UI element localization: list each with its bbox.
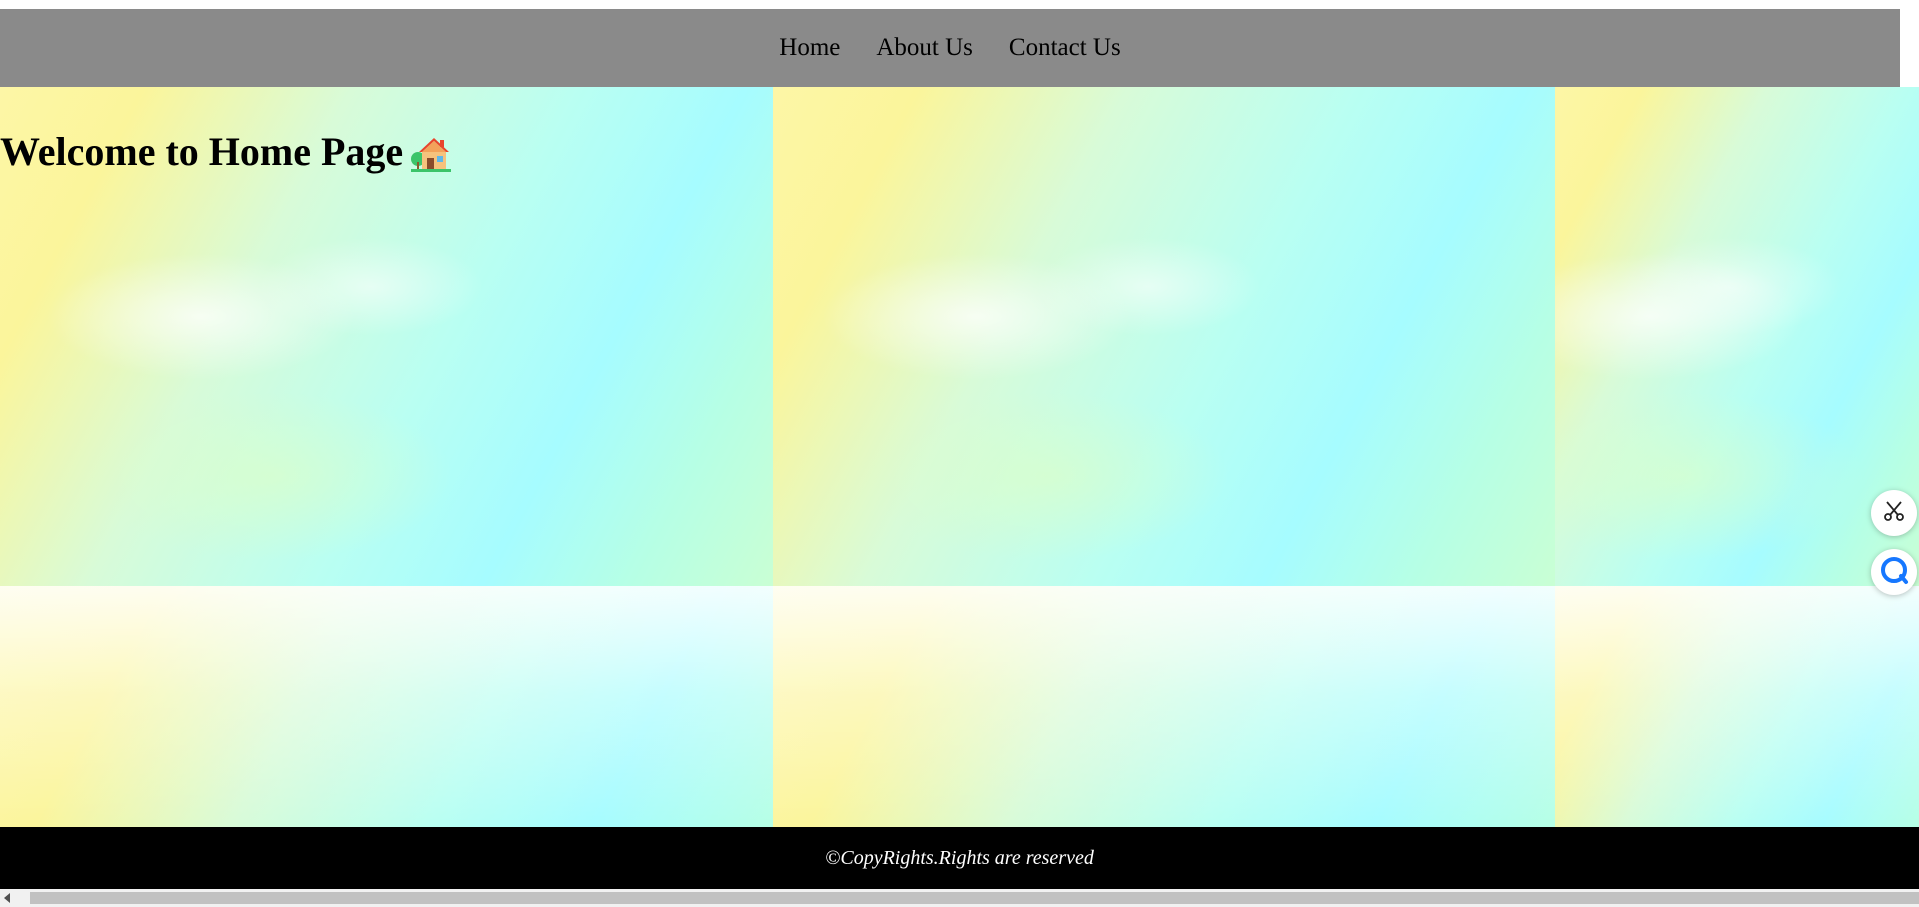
nav-gap bbox=[1900, 9, 1919, 87]
background-tile bbox=[773, 87, 1555, 586]
scroll-left-arrow-icon[interactable] bbox=[4, 893, 10, 903]
background-tile bbox=[0, 586, 773, 827]
page-title: Welcome to Home Page bbox=[0, 128, 453, 175]
footer: ©CopyRights.Rights are reserved bbox=[0, 827, 1919, 889]
nav-link-home[interactable]: Home bbox=[761, 9, 858, 87]
background-tile bbox=[1555, 586, 1919, 827]
scissors-icon bbox=[1882, 499, 1906, 528]
nav-link-about-us[interactable]: About Us bbox=[858, 9, 991, 87]
top-gap bbox=[0, 0, 1919, 9]
scissors-button[interactable] bbox=[1871, 490, 1917, 536]
page: Home About Us Contact Us Welcome to Home… bbox=[0, 0, 1919, 907]
top-navigation: Home About Us Contact Us bbox=[0, 9, 1900, 87]
background-texture bbox=[0, 87, 1919, 827]
page-title-text: Welcome to Home Page bbox=[0, 129, 404, 174]
background-tile bbox=[773, 586, 1555, 827]
horizontal-scrollbar[interactable] bbox=[0, 889, 1919, 907]
chat-bubble-icon bbox=[1879, 555, 1909, 590]
chat-button[interactable] bbox=[1871, 549, 1917, 595]
footer-copyright: ©CopyRights.Rights are reserved bbox=[825, 846, 1094, 869]
nav-link-contact-us[interactable]: Contact Us bbox=[991, 9, 1139, 87]
house-icon bbox=[409, 132, 453, 172]
scrollbar-thumb[interactable] bbox=[30, 892, 1919, 904]
background-tile bbox=[1555, 87, 1919, 586]
